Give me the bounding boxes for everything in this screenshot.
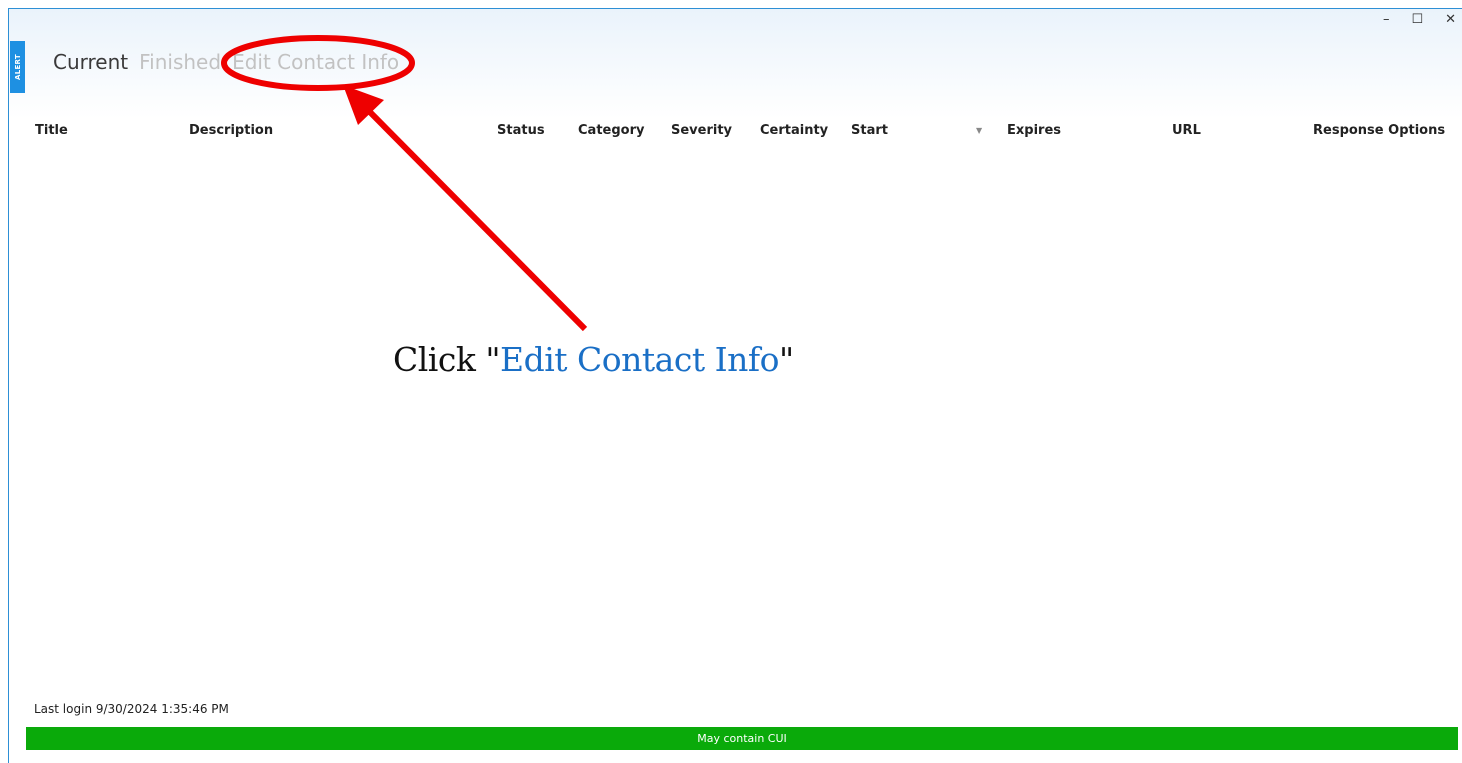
instruction-prefix: Click "	[393, 340, 501, 379]
alert-badge: ALERT	[10, 41, 25, 93]
column-header-response-options[interactable]: Response Options	[1313, 123, 1445, 138]
column-header-start[interactable]: Start	[851, 123, 888, 138]
column-header-description[interactable]: Description	[189, 123, 273, 138]
column-header-url[interactable]: URL	[1172, 123, 1201, 138]
column-header-severity[interactable]: Severity	[671, 123, 732, 138]
sort-descending-icon[interactable]: ▼	[976, 126, 982, 135]
instruction-text: Click "Edit Contact Info"	[393, 340, 794, 379]
column-header-certainty[interactable]: Certainty	[760, 123, 828, 138]
tab-current[interactable]: Current	[53, 48, 128, 76]
tab-bar: Current Finished Edit Contact Info	[53, 48, 399, 76]
cui-banner-label: May contain CUI	[697, 732, 787, 745]
tab-finished[interactable]: Finished	[139, 48, 221, 76]
close-icon[interactable]: ✕	[1445, 12, 1456, 28]
column-header-title[interactable]: Title	[35, 123, 68, 138]
instruction-suffix: "	[778, 340, 794, 379]
column-header-expires[interactable]: Expires	[1007, 123, 1061, 138]
window-controls: – ☐ ✕	[1383, 12, 1456, 28]
last-login-text: Last login 9/30/2024 1:35:46 PM	[34, 702, 229, 716]
cui-banner: May contain CUI	[26, 727, 1458, 750]
tab-edit-contact-info[interactable]: Edit Contact Info	[232, 48, 399, 76]
app-window	[8, 8, 1462, 763]
instruction-link-text: Edit Contact Info	[500, 340, 779, 379]
minimize-icon[interactable]: –	[1383, 12, 1390, 28]
alert-badge-label: ALERT	[13, 53, 22, 81]
column-header-category[interactable]: Category	[578, 123, 644, 138]
maximize-icon[interactable]: ☐	[1411, 12, 1423, 28]
column-header-status[interactable]: Status	[497, 123, 545, 138]
